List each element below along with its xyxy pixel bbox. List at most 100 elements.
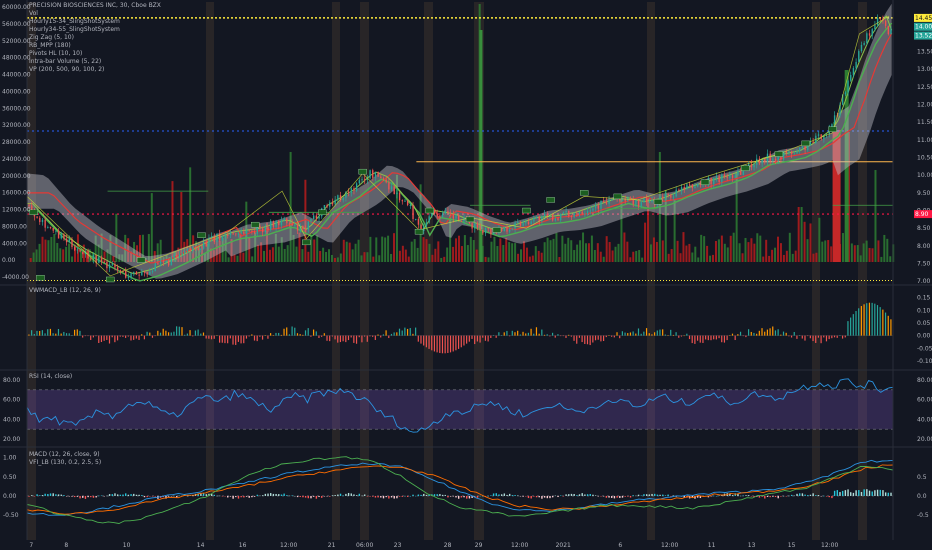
vwmacd-bar	[82, 335, 84, 338]
volume-bar	[555, 232, 558, 262]
candle-body	[678, 189, 680, 191]
candle-body	[47, 226, 49, 228]
vwmacd-bar	[339, 335, 342, 343]
macd-title: MACD (12, 26, close, 9)	[29, 451, 100, 458]
candle-body	[197, 248, 199, 251]
candle-body	[307, 221, 310, 230]
vwmacd-bar	[135, 335, 137, 339]
time-tick-label: 15	[788, 542, 796, 549]
macd-histogram-bar	[608, 495, 610, 498]
vwmacd-bar	[264, 335, 266, 336]
candle-body	[253, 231, 256, 234]
macd-histogram-bar	[621, 495, 624, 498]
candle-body	[476, 223, 479, 228]
volume-bar	[525, 247, 528, 262]
vwmacd-bar	[159, 332, 162, 336]
macd-histogram-bar	[659, 494, 661, 496]
candle-body	[342, 197, 344, 201]
volume-bar	[762, 256, 765, 262]
candle-body	[436, 213, 438, 216]
volume-bar	[65, 246, 68, 262]
volume-bar	[806, 239, 809, 262]
volume-bar	[788, 232, 791, 262]
macd-histogram-bar	[509, 493, 511, 496]
vwmacd-bar	[530, 328, 532, 336]
vwmacd-bar	[482, 335, 484, 338]
chart-stage[interactable]: 14.00 13.50 13.00 12.50 12.00 11.50 11.00 10.50…	[0, 0, 932, 550]
vwmacd-bar	[890, 319, 892, 336]
vwmacd-bar	[57, 329, 60, 336]
volume-bar	[803, 221, 806, 262]
volume-bar	[457, 235, 460, 262]
candle-body	[525, 222, 527, 224]
macd-histogram-bar	[761, 495, 763, 497]
volume-bar	[522, 241, 525, 262]
vwmacd-bar	[729, 335, 731, 337]
volume-tick-label: 8000.00	[2, 223, 27, 230]
volume-bar	[599, 251, 602, 262]
volume-bar	[649, 244, 652, 262]
session-highlight	[332, 2, 340, 540]
macd-histogram-bar	[444, 494, 446, 496]
macd-histogram-bar	[100, 495, 103, 497]
vwmacd-bar	[672, 334, 675, 336]
macd-histogram-bar	[261, 495, 264, 496]
volume-bar	[590, 235, 593, 262]
candle-body	[790, 151, 793, 154]
volume-bar	[644, 222, 647, 262]
vwmacd-bar	[84, 335, 86, 337]
macd-histogram-bar	[245, 495, 248, 497]
candle-body	[535, 216, 538, 219]
vwmacd-bar	[267, 335, 269, 339]
vwmacd-bar	[412, 333, 414, 336]
candle-body	[503, 226, 506, 232]
volume-bar	[517, 253, 520, 262]
candle-body	[310, 219, 312, 222]
vwmacd-bar	[318, 335, 320, 338]
macd-histogram-bar	[310, 495, 312, 499]
volume-bar	[295, 246, 298, 262]
macd-histogram-bar	[84, 495, 87, 499]
candle-body	[57, 230, 60, 239]
vwmacd-bar	[398, 328, 401, 336]
candle-body	[541, 216, 543, 222]
candle-body	[396, 192, 398, 195]
vwmacd-bar	[79, 330, 81, 336]
vwmacd-bar	[707, 335, 709, 341]
macd-histogram-bar	[592, 494, 594, 496]
macd-histogram-bar	[291, 495, 293, 496]
vwmacd-bar	[95, 335, 97, 337]
candle-body	[149, 271, 151, 275]
candle-body	[734, 175, 736, 178]
candle-body	[409, 204, 412, 206]
price-tick-label: 10.50	[917, 155, 932, 162]
volume-bar	[520, 249, 523, 262]
macd-histogram-bar	[65, 495, 68, 497]
vwmacd-bar	[879, 307, 881, 336]
candle-body	[594, 205, 597, 209]
vwmacd-bar	[723, 335, 726, 343]
candle-body	[887, 25, 890, 35]
vwmacd-bar	[662, 329, 664, 336]
macd-histogram-bar	[111, 494, 113, 496]
candle-body	[296, 224, 299, 231]
candle-body	[729, 175, 731, 178]
macd-histogram-bar	[278, 494, 280, 496]
price-tick-label: 9.50	[917, 190, 931, 197]
vwmacd-bar	[855, 311, 857, 336]
pivot-marker	[251, 221, 260, 228]
volume-bar	[44, 239, 47, 262]
vwmacd-bar	[114, 335, 116, 343]
vwmacd-bar	[705, 335, 707, 340]
candle-body	[764, 159, 766, 162]
candle-body	[39, 217, 41, 223]
price-tick-label: 7.00	[917, 278, 931, 285]
macd-histogram-bar	[807, 495, 809, 496]
candle-body	[871, 29, 873, 36]
macd-histogram-bar	[409, 495, 412, 497]
vwmacd-bar	[76, 329, 78, 336]
candle-body	[578, 211, 581, 214]
macd-histogram-bar	[68, 495, 71, 497]
vwmacd-bar	[619, 335, 621, 339]
time-tick-label: 11	[708, 542, 716, 549]
